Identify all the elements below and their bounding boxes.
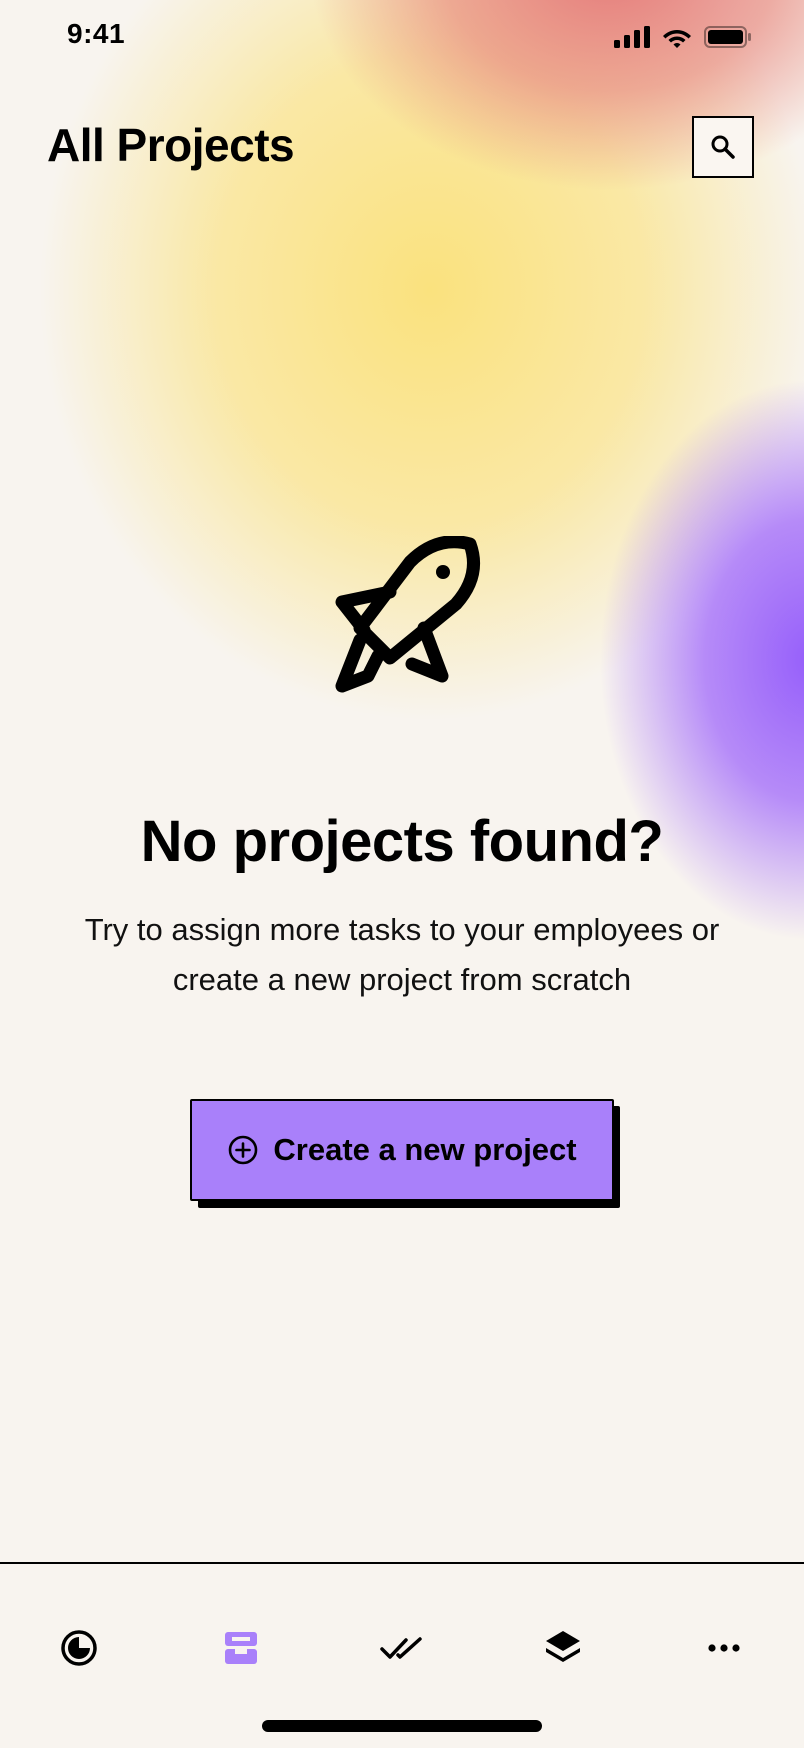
search-button[interactable] (692, 116, 754, 178)
create-project-button[interactable]: Create a new project (190, 1099, 614, 1201)
battery-icon (704, 26, 751, 48)
tab-tasks[interactable] (372, 1618, 432, 1678)
tab-dashboard[interactable] (49, 1618, 109, 1678)
tab-inbox[interactable] (211, 1618, 271, 1678)
page-title: All Projects (47, 119, 295, 171)
wifi-icon (663, 30, 691, 48)
tab-projects[interactable] (533, 1618, 593, 1678)
inbox-icon (225, 1632, 257, 1664)
tab-more[interactable] (694, 1618, 754, 1678)
signal-icon (614, 26, 650, 48)
more-icon (708, 1644, 740, 1652)
search-icon (711, 135, 735, 159)
empty-state-description: Try to assign more tasks to your employe… (84, 912, 720, 997)
layers-icon (546, 1631, 580, 1662)
home-indicator (262, 1720, 542, 1732)
empty-state-title: No projects found? (140, 809, 664, 874)
plus-circle-icon (229, 1135, 258, 1165)
status-bar: 9:41 (0, 0, 804, 80)
double-check-icon (380, 1637, 422, 1659)
tab-bar (0, 1564, 804, 1748)
rocket-icon (335, 536, 480, 693)
status-icons (614, 26, 752, 48)
status-time: 9:41 (67, 18, 126, 49)
dashboard-icon (61, 1630, 97, 1666)
create-project-label: Create a new project (273, 1132, 577, 1167)
